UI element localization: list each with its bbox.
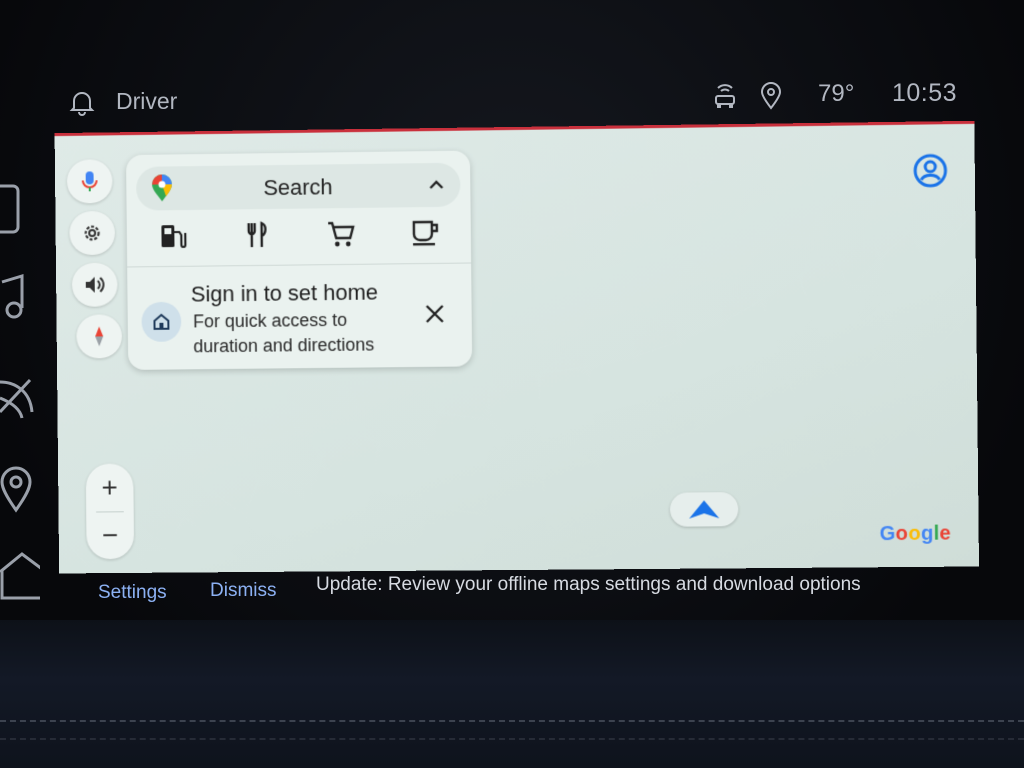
search-card: Search Sign in to set home For quick acc… [126, 150, 473, 370]
update-message: Update: Review your offline maps setting… [316, 574, 861, 595]
compass-button[interactable] [76, 314, 123, 359]
compass-icon [95, 326, 104, 347]
account-icon[interactable] [912, 152, 949, 189]
sign-in-subtitle: For quick access to duration and directi… [193, 309, 375, 357]
gear-icon [80, 221, 104, 245]
dashboard-trim [0, 620, 1024, 768]
search-label: Search [263, 174, 333, 201]
microphone-icon [78, 171, 102, 193]
zoom-out-button[interactable]: − [86, 511, 134, 559]
navigation-arrow-icon [688, 500, 720, 519]
location-status-icon [760, 82, 782, 110]
home-icon[interactable] [0, 548, 40, 600]
close-icon[interactable] [422, 301, 448, 327]
maps-screen[interactable]: + − Search Sign in to set home For quick… [54, 120, 980, 574]
chevron-up-icon[interactable] [426, 175, 446, 195]
coffee-icon[interactable] [409, 217, 441, 249]
dashboard-stitching [0, 720, 1024, 722]
recenter-button[interactable] [669, 492, 739, 527]
settings-link[interactable]: Settings [98, 582, 167, 604]
music-note-icon[interactable] [0, 272, 40, 324]
zoom-control: + − [85, 463, 135, 560]
location-pin-icon[interactable] [0, 462, 40, 514]
dashboard-stitching-lower [0, 738, 1024, 740]
driver-profile-label[interactable]: Driver [116, 88, 177, 115]
sound-button[interactable] [71, 262, 118, 307]
google-attribution: Google [879, 522, 952, 546]
gas-station-icon[interactable] [156, 220, 188, 252]
search-bar[interactable]: Search [136, 162, 461, 211]
volume-icon [85, 273, 107, 297]
zoom-in-button[interactable]: + [86, 463, 134, 511]
phone-icon[interactable] [0, 182, 40, 234]
house-icon [152, 313, 170, 331]
clock: 10:53 [892, 79, 958, 107]
settings-button[interactable] [69, 210, 116, 256]
vehicle-connect-icon [715, 84, 735, 108]
restaurant-icon[interactable] [242, 219, 274, 251]
home-avatar [141, 301, 182, 342]
outside-temperature: 79° [818, 80, 855, 107]
bell-icon[interactable] [68, 88, 96, 116]
status-bar: Driver 79° 10:53 [60, 76, 960, 124]
sign-in-title[interactable]: Sign in to set home [191, 280, 378, 308]
grocery-cart-icon[interactable] [325, 218, 357, 250]
dismiss-link[interactable]: Dismiss [210, 580, 277, 602]
voice-search-button[interactable] [66, 159, 113, 204]
climate-off-icon[interactable] [0, 372, 40, 424]
card-divider [127, 262, 472, 268]
update-notice-bar: Settings Dismiss Update: Review your off… [60, 568, 960, 618]
